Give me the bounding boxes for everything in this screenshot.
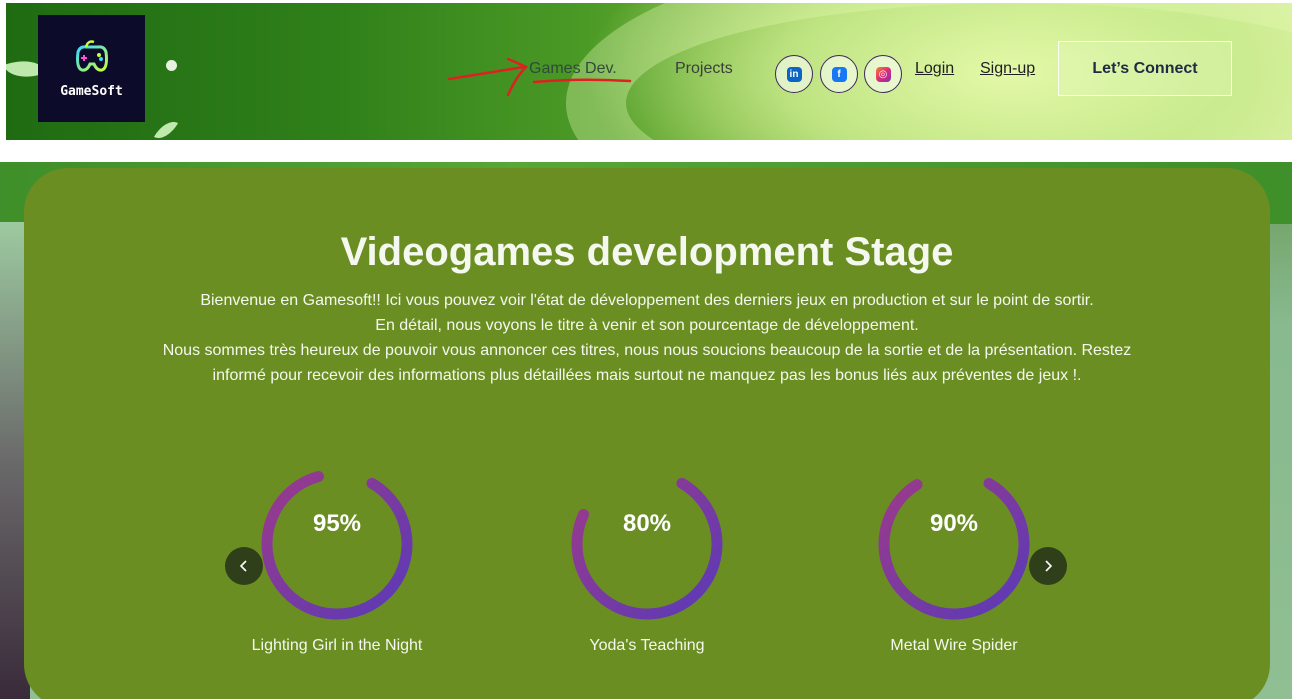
progress-percent: 90%: [929, 510, 979, 537]
description-line: Bienvenue en Gamesoft!! Ici vous pouvez …: [200, 292, 1094, 309]
description-line: informé pour recevoir des informations p…: [212, 367, 1082, 384]
progress-gauge: 90%: [874, 464, 1034, 624]
lets-connect-button[interactable]: Let’s Connect: [1058, 41, 1232, 96]
progress-gauge: 95%: [257, 464, 417, 624]
gamepad-icon: [75, 40, 108, 72]
site-header: GameSoft Games Dev. Projects in f ◎ Logi…: [6, 3, 1292, 140]
game-title: Lighting Girl in the Night: [251, 637, 423, 654]
linkedin-icon: in: [786, 66, 802, 82]
facebook-icon: f: [831, 66, 847, 82]
description-line: En détail, nous voyons le titre à venir …: [375, 317, 919, 334]
instagram-icon: ◎: [875, 66, 891, 82]
facebook-button[interactable]: f: [820, 55, 858, 93]
stage-title: Videogames development Stage: [340, 230, 954, 274]
logo[interactable]: GameSoft: [38, 15, 145, 122]
game-title: Yoda's Teaching: [589, 637, 705, 654]
instagram-button[interactable]: ◎: [864, 55, 902, 93]
progress-percent: 95%: [312, 510, 362, 537]
linkedin-button[interactable]: in: [775, 55, 813, 93]
stage-description: Bienvenue en Gamesoft!! Ici vous pouvez …: [54, 288, 1240, 388]
game-title: Metal Wire Spider: [890, 637, 1018, 654]
stage-card: Videogames development Stage Bienvenue e…: [24, 168, 1270, 699]
progress-gauge: 80%: [567, 464, 727, 624]
leaf-decoration: [153, 116, 179, 140]
nav-games-dev[interactable]: Games Dev.: [529, 60, 617, 78]
chevron-right-icon: [1045, 560, 1053, 572]
carousel-next-button[interactable]: [1029, 547, 1067, 585]
chevron-left-icon: [239, 560, 247, 572]
progress-percent: 80%: [622, 510, 672, 537]
logo-text: GameSoft: [60, 84, 123, 99]
nav-projects[interactable]: Projects: [675, 60, 733, 78]
signup-link[interactable]: Sign-up: [980, 60, 1035, 78]
description-line: Nous sommes très heureux de pouvoir vous…: [162, 342, 1132, 359]
login-link[interactable]: Login: [915, 60, 954, 78]
dot-decoration: [166, 60, 177, 71]
